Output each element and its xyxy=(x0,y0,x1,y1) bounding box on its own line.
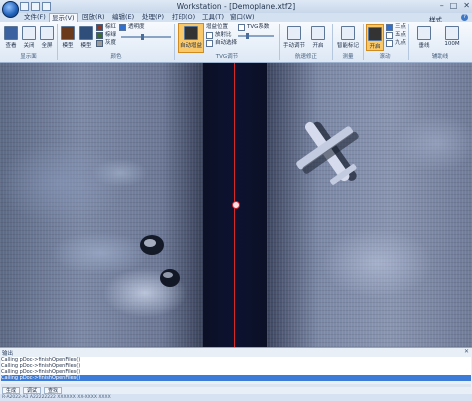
tvg-slider[interactable] xyxy=(238,33,274,39)
fullscreen-button[interactable]: 全屏 xyxy=(39,24,55,49)
nine-point-checkbox[interactable] xyxy=(386,40,393,47)
auto-gain-icon xyxy=(184,26,198,40)
swatch-grayscale xyxy=(96,40,103,47)
speed-enable-button[interactable]: 开启 xyxy=(310,24,326,49)
tab-debug[interactable]: 调试 xyxy=(23,387,42,394)
ribbon: 查看 关闭 全屏 显示面 模型 模型 棕红 棕绿 灰度 透明度 颜色 自动增益 … xyxy=(0,22,472,63)
tab-build[interactable]: 生成 xyxy=(2,387,21,394)
log-line-selected[interactable]: Calling pDoc->finishOpenFiles() xyxy=(1,375,471,381)
output-close-icon[interactable]: ✕ xyxy=(464,348,469,355)
slider-thumb[interactable] xyxy=(141,34,144,40)
view-button[interactable]: 查看 xyxy=(3,24,19,49)
five-point-checkbox[interactable] xyxy=(386,32,393,39)
ribbon-tab-bar: 文件(F) 显示(V) 回放(R) 编辑(E) 处理(P) 打印(O) 工具(T… xyxy=(0,13,472,24)
application-menu-button[interactable] xyxy=(2,1,19,18)
minimize-button[interactable]: – xyxy=(440,1,444,10)
manual-adjust-button[interactable]: 手动调节 xyxy=(282,24,306,49)
palette-blue-icon xyxy=(79,26,93,40)
play-icon xyxy=(368,27,382,41)
scale-icon xyxy=(445,26,459,40)
slider-thumb[interactable] xyxy=(246,33,249,39)
close-view-button[interactable]: 关闭 xyxy=(21,24,37,49)
airplane-wreck-target xyxy=(296,121,359,185)
tab-file[interactable]: 文件(F) xyxy=(24,13,46,22)
transparency-slider[interactable] xyxy=(121,34,171,40)
group-label-color: 颜色 xyxy=(110,54,122,60)
five-point-option[interactable]: 五点 xyxy=(386,32,406,39)
scroll-enable-button[interactable]: 开启 xyxy=(366,24,384,51)
manual-adjust-icon xyxy=(287,26,301,40)
color-grayscale[interactable]: 灰度 xyxy=(96,40,116,47)
sonar-image-view[interactable] xyxy=(0,63,472,347)
tab-find[interactable]: 查找 xyxy=(44,387,63,394)
close-view-icon xyxy=(22,26,36,40)
fullscreen-icon xyxy=(40,26,54,40)
transparency-label: 透明度 xyxy=(119,24,145,31)
palette-brown-icon xyxy=(61,26,75,40)
three-point-option[interactable]: 三点 xyxy=(386,24,406,31)
emission-ratio-checkbox[interactable] xyxy=(206,32,213,39)
tab-view[interactable]: 显示(V) xyxy=(49,13,78,22)
group-label-measure: 测量 xyxy=(342,54,354,60)
tab-window[interactable]: 窗口(W) xyxy=(230,13,255,22)
group-label-speed: 航速修正 xyxy=(294,54,317,60)
tvg-coefficient-label: TVG系数 xyxy=(238,24,269,31)
gain-position-option[interactable]: 增益位置 xyxy=(206,24,228,31)
group-label-tvg: TVG调节 xyxy=(215,54,239,60)
seabed-rocks-target xyxy=(140,235,180,287)
center-marker[interactable] xyxy=(232,201,240,209)
window-title: Workstation - [Demoplane.xtf2] xyxy=(176,2,296,11)
group-label-display: 显示面 xyxy=(20,54,37,60)
smart-mark-icon xyxy=(341,26,355,40)
auto-select-option[interactable]: 自动选择 xyxy=(206,40,237,47)
tab-playback[interactable]: 回放(R) xyxy=(82,13,105,22)
auto-select-checkbox[interactable] xyxy=(206,40,213,47)
model-button-2[interactable]: 模型 xyxy=(78,24,94,49)
model-button-1[interactable]: 模型 xyxy=(60,24,76,49)
close-button[interactable]: ✕ xyxy=(463,1,470,10)
transparency-checkbox[interactable] xyxy=(119,24,126,31)
scale-100m-button[interactable]: 100M xyxy=(440,24,464,47)
color-brown-red[interactable]: 棕红 xyxy=(96,24,116,31)
view-icon xyxy=(4,26,18,40)
speed-enable-icon xyxy=(311,26,325,40)
tvg-checkbox[interactable] xyxy=(238,24,245,31)
port-channel-image xyxy=(0,63,203,347)
vertical-line-button[interactable]: 垂线 xyxy=(412,24,436,49)
group-label-guides: 辅助线 xyxy=(431,54,449,60)
vertical-line-icon xyxy=(417,26,431,40)
title-bar: Workstation - [Demoplane.xtf2] – □ ✕ xyxy=(0,0,472,13)
swatch-brown-green xyxy=(96,32,103,39)
three-point-checkbox[interactable] xyxy=(386,24,393,31)
color-brown-green[interactable]: 棕绿 xyxy=(96,32,116,39)
tab-process[interactable]: 处理(P) xyxy=(142,13,164,22)
output-tab-bar: 生成 调试 查找 xyxy=(0,387,472,394)
group-label-scroll: 滚动 xyxy=(379,54,391,60)
nine-point-option[interactable]: 九点 xyxy=(386,40,406,47)
tab-tools[interactable]: 工具(T) xyxy=(202,13,224,22)
tab-print[interactable]: 打印(O) xyxy=(172,13,195,22)
auto-gain-button[interactable]: 自动增益 xyxy=(178,23,204,53)
swatch-brown-red xyxy=(96,24,103,31)
smart-mark-button[interactable]: 智能标记 xyxy=(336,24,360,49)
output-title: 输出 xyxy=(2,351,14,357)
output-panel: 输出 ✕ Calling pDoc->finishOpenFiles() Cal… xyxy=(0,347,472,401)
starboard-channel-image xyxy=(267,63,472,347)
emission-ratio-option[interactable]: 放射比 xyxy=(206,32,232,39)
tab-edit[interactable]: 编辑(E) xyxy=(112,13,134,22)
window-controls: – □ ✕ xyxy=(440,1,470,10)
help-icon[interactable]: ? xyxy=(461,14,468,21)
maximize-button[interactable]: □ xyxy=(450,1,458,10)
